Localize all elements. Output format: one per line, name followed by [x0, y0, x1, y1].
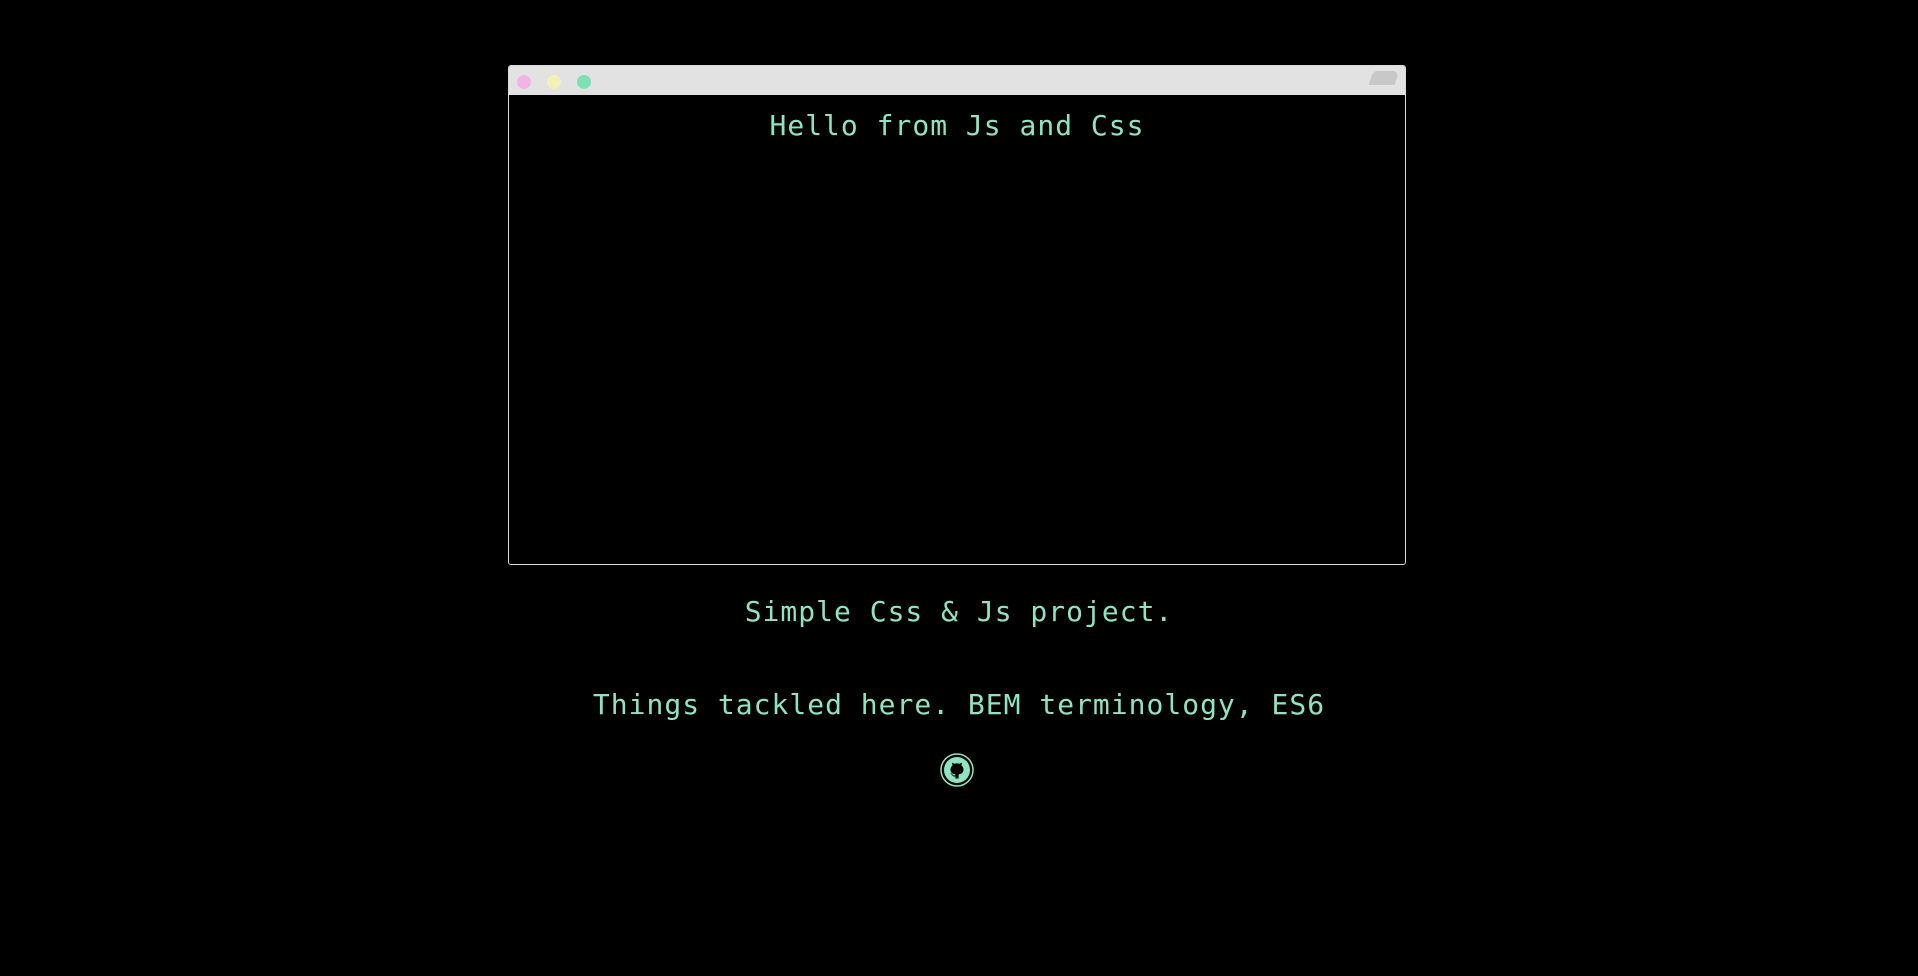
github-link[interactable]: [940, 753, 974, 787]
project-subtitle: Simple Css & Js project.: [744, 595, 1174, 628]
terminal-window: Hello from Js and Css: [508, 65, 1406, 565]
github-icon: [940, 753, 974, 787]
close-dot-icon[interactable]: [517, 75, 531, 89]
minimize-dot-icon[interactable]: [547, 75, 561, 89]
terminal-titlebar: [509, 66, 1405, 95]
maximize-dot-icon[interactable]: [577, 75, 591, 89]
terminal-screen: Hello from Js and Css: [509, 95, 1405, 564]
terminal-output: Hello from Js and Css: [769, 109, 1145, 142]
project-description: Things tackled here. BEM terminology, ES…: [592, 688, 1326, 721]
window-tab-icon: [1368, 71, 1400, 85]
